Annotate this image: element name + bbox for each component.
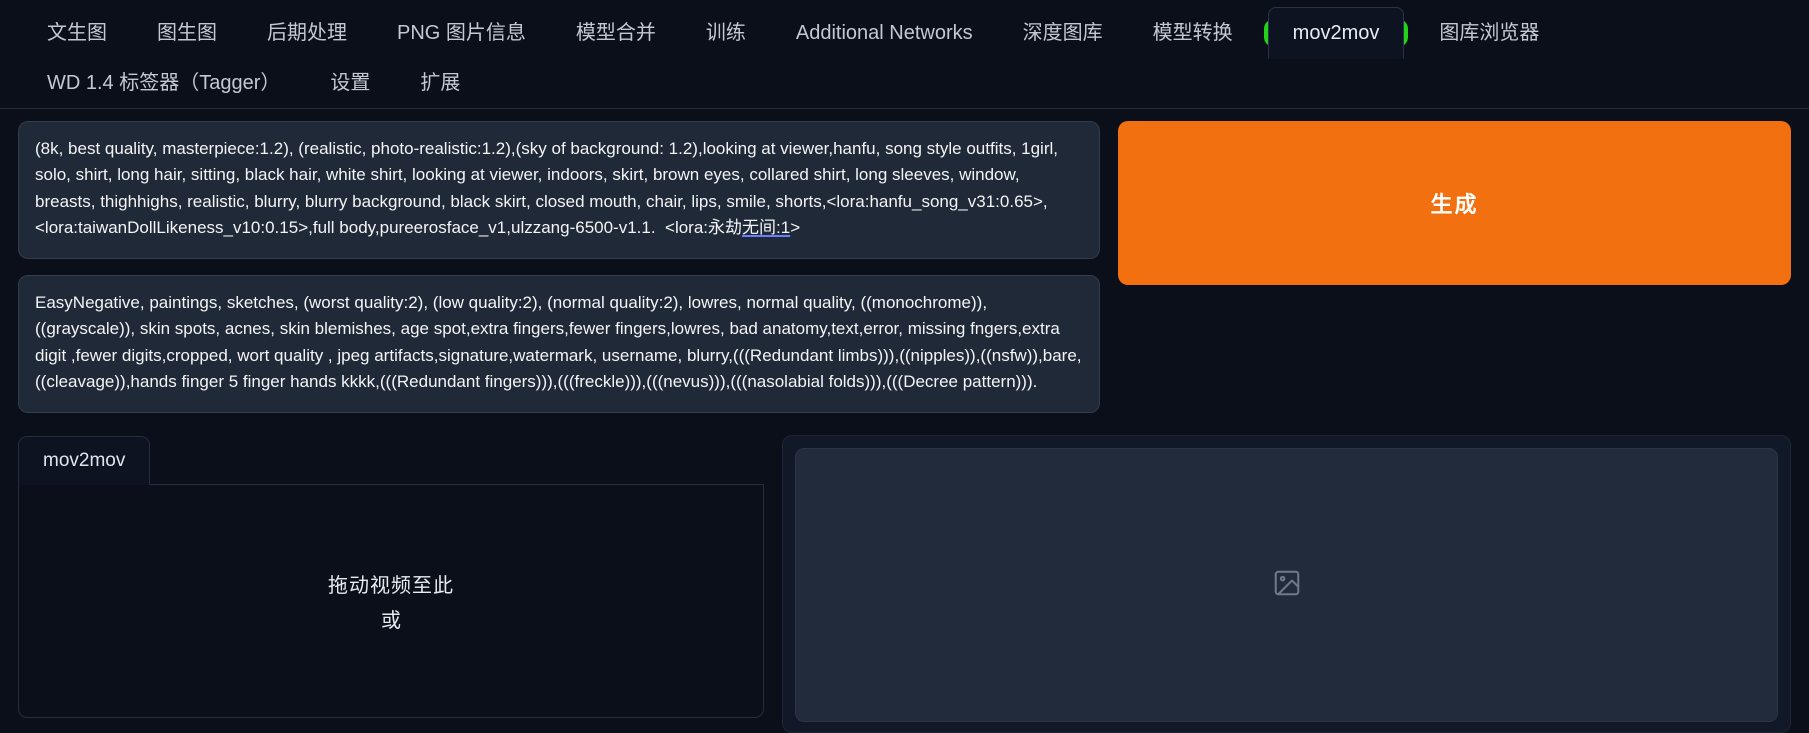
tab-text-to-image[interactable]: 文生图 [22, 8, 132, 58]
image-placeholder-icon [1272, 568, 1302, 603]
negative-prompt-input[interactable]: EasyNegative, paintings, sketches, (wors… [18, 275, 1100, 413]
output-gallery[interactable] [795, 448, 1778, 722]
mov2mov-input-panel: mov2mov 拖动视频至此 或 [18, 435, 764, 733]
tab-mov2mov[interactable]: mov2mov [1267, 7, 1405, 59]
tab-model-converter[interactable]: 模型转换 [1128, 8, 1258, 58]
tab-underline-divider [0, 108, 1809, 109]
tab-train[interactable]: 训练 [681, 8, 771, 58]
positive-prompt-text-tail: > [790, 218, 801, 238]
tab-png-info[interactable]: PNG 图片信息 [372, 8, 551, 58]
generate-button[interactable]: 生成 [1118, 121, 1791, 285]
generate-column: 生成 [1118, 121, 1791, 285]
tab-settings[interactable]: 设置 [305, 58, 395, 108]
prompt-column: (8k, best quality, masterpiece:1.2), (re… [18, 121, 1100, 413]
tab-additional-networks[interactable]: Additional Networks [771, 8, 998, 58]
tab-image-to-image[interactable]: 图生图 [132, 8, 242, 58]
subtab-mov2mov[interactable]: mov2mov [18, 436, 151, 485]
lower-section: mov2mov 拖动视频至此 或 [0, 413, 1809, 733]
mov2mov-subtab-row: mov2mov [18, 435, 764, 485]
positive-prompt-misspelled-text: 无间:1 [742, 218, 791, 238]
positive-prompt-text-main: (8k, best quality, masterpiece:1.2), (re… [35, 139, 1063, 238]
output-panel [782, 435, 1791, 733]
dropzone-secondary-label: 或 [381, 610, 401, 632]
tab-wd-tagger[interactable]: WD 1.4 标签器（Tagger） [22, 58, 305, 108]
tab-checkpoint-merger[interactable]: 模型合并 [551, 8, 681, 58]
tab-extensions[interactable]: 扩展 [395, 58, 485, 108]
positive-prompt-input[interactable]: (8k, best quality, masterpiece:1.2), (re… [18, 121, 1100, 259]
tab-highlight-box: mov2mov [1263, 7, 1409, 59]
prompt-zone: (8k, best quality, masterpiece:1.2), (re… [0, 109, 1809, 413]
tab-row: 文生图 图生图 后期处理 PNG 图片信息 模型合并 训练 Additional… [0, 7, 1809, 108]
tab-image-browser[interactable]: 图库浏览器 [1414, 8, 1564, 58]
video-dropzone[interactable]: 拖动视频至此 或 [18, 485, 764, 718]
tab-extras[interactable]: 后期处理 [242, 8, 372, 58]
tab-depth-library[interactable]: 深度图库 [998, 8, 1128, 58]
dropzone-primary-label: 拖动视频至此 [328, 575, 454, 597]
main-tab-navigation: 文生图 图生图 后期处理 PNG 图片信息 模型合并 训练 Additional… [0, 0, 1809, 109]
